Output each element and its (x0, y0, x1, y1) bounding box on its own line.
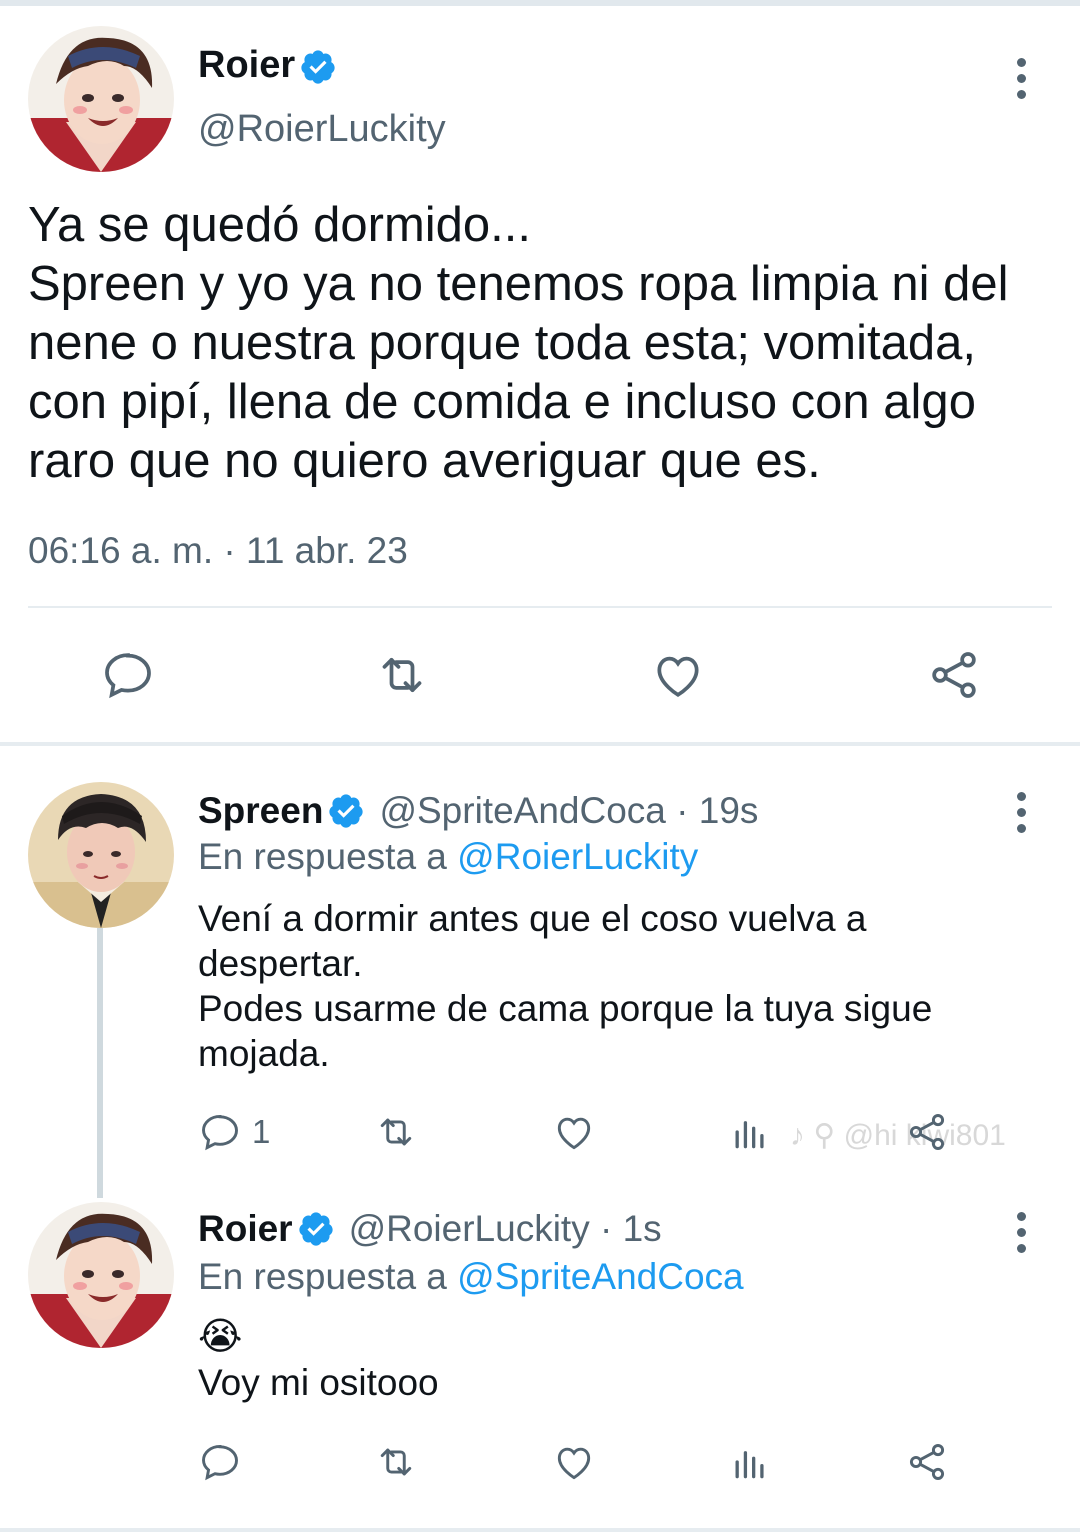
main-author-name-text[interactable]: Roier (198, 44, 295, 86)
reply2-text: Voy mi ositooo (198, 1362, 439, 1403)
reply-icon (202, 1444, 238, 1481)
verified-icon (329, 794, 364, 828)
reply-icon (202, 1114, 238, 1151)
share-icon (932, 652, 976, 698)
share-icon (909, 1444, 945, 1480)
reply2-like-button[interactable] (552, 1440, 596, 1484)
watermark: ♪ ⚲ @hi kiwi801 (790, 1119, 1006, 1152)
verified-icon (298, 1212, 333, 1246)
like-icon (657, 656, 699, 698)
reply2-reply-button[interactable] (198, 1440, 242, 1484)
views-icon (735, 1451, 764, 1479)
spreen-avatar[interactable] (28, 782, 174, 928)
like-icon (557, 1447, 591, 1480)
reply2-retweet-button[interactable] (372, 1440, 420, 1484)
reply2-header: Roier @RoierLuckity · 1s (198, 1208, 662, 1250)
reply2-share-button[interactable] (905, 1440, 949, 1484)
reply1-author-handle[interactable]: @SpriteAndCoca · 19s (379, 790, 758, 832)
reply1-reply-to: En respuesta a @RoierLuckity (198, 836, 698, 878)
reply2-emoji: 😭 (198, 1316, 243, 1358)
retweet-icon (382, 657, 422, 693)
reply1-views-button[interactable] (728, 1110, 772, 1154)
main-like-button[interactable] (650, 647, 706, 703)
roier-avatar[interactable] (28, 1202, 174, 1348)
main-tweet-timestamp[interactable]: 06:16 a. m. · 11 abr. 23 (28, 530, 408, 572)
more-icon[interactable] (1015, 1212, 1027, 1260)
reply1-reply-to-link[interactable]: @RoierLuckity (457, 836, 698, 877)
reply2-author-name[interactable]: Roier (198, 1208, 293, 1250)
verified-icon (301, 50, 335, 84)
reply1-like-button[interactable] (552, 1110, 596, 1154)
reply2-author-handle[interactable]: @RoierLuckity · 1s (349, 1208, 662, 1250)
top-divider (0, 0, 1080, 6)
reply2-reply-to-prefix: En respuesta a (198, 1256, 458, 1297)
thread-connector (97, 928, 103, 1198)
like-icon (557, 1117, 591, 1150)
more-icon[interactable] (1015, 58, 1027, 106)
reply1-header: Spreen @SpriteAndCoca · 19s (198, 790, 758, 832)
main-reply-button[interactable] (100, 647, 156, 703)
main-author-name[interactable]: Roier (198, 44, 337, 87)
roier-avatar[interactable] (28, 26, 174, 172)
main-author-handle[interactable]: @RoierLuckity (198, 108, 446, 151)
reply1-reply-button[interactable]: 1 (198, 1110, 270, 1154)
main-retweet-button[interactable] (372, 647, 432, 703)
reply2-reply-to: En respuesta a @SpriteAndCoca (198, 1256, 744, 1298)
reply2-views-button[interactable] (728, 1440, 772, 1484)
reply1-author-name[interactable]: Spreen (198, 790, 323, 832)
bottom-divider (0, 1528, 1080, 1532)
reply2-reply-to-link[interactable]: @SpriteAndCoca (457, 1256, 743, 1297)
retweet-icon (380, 1118, 412, 1146)
share-icon (909, 1114, 945, 1150)
reply1-text: Vení a dormir antes que el coso vuelva a… (198, 898, 933, 1074)
main-tweet-divider (28, 606, 1052, 608)
main-tweet-text: Ya se quedó dormido... Spreen y yo ya no… (28, 198, 1009, 488)
reply1-share-button[interactable] (905, 1110, 949, 1154)
more-icon[interactable] (1015, 792, 1027, 840)
reply1-retweet-button[interactable] (372, 1110, 420, 1154)
reply1-reply-to-prefix: En respuesta a (198, 836, 458, 877)
main-share-button[interactable] (926, 647, 982, 703)
retweet-icon (380, 1448, 412, 1476)
section-separator (0, 742, 1080, 746)
views-icon (735, 1121, 764, 1149)
reply-icon (105, 653, 151, 699)
reply1-reply-count: 1 (252, 1113, 271, 1150)
